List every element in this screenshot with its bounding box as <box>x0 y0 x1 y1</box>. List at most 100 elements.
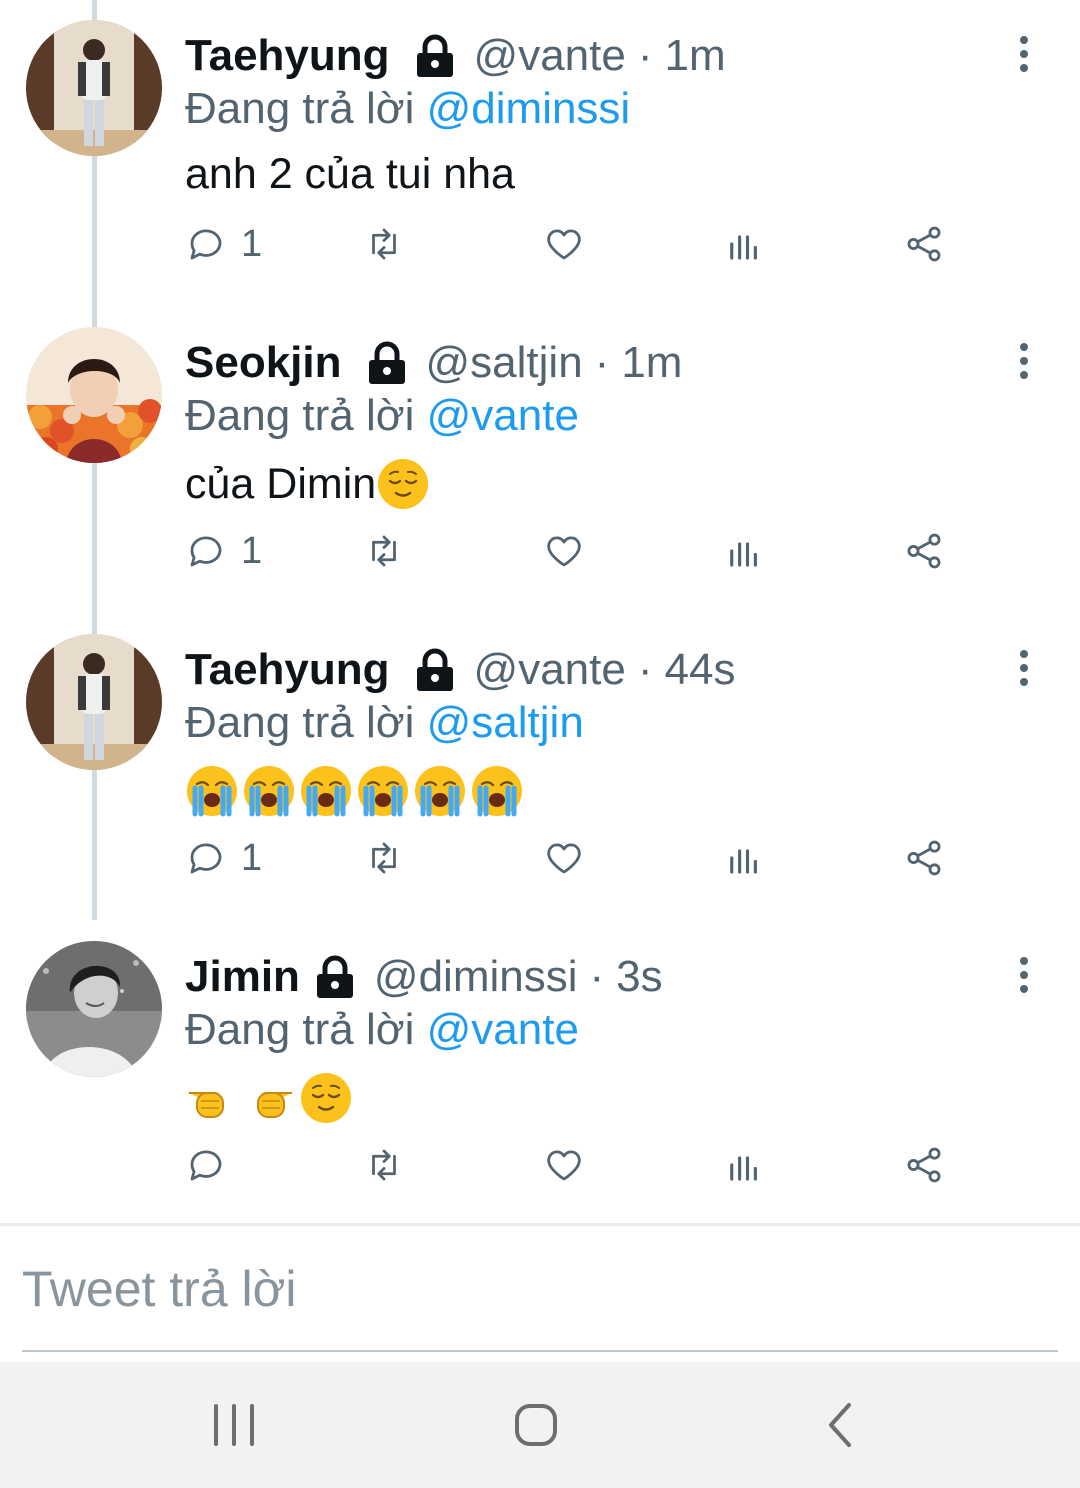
timestamp[interactable]: 44s <box>665 645 736 695</box>
reply-button[interactable]: 1 <box>185 214 262 274</box>
display-name[interactable]: Seokjin <box>185 338 342 388</box>
pointing-left-icon <box>257 1092 292 1118</box>
handle[interactable]: @vante <box>474 31 626 81</box>
lock-icon <box>412 33 458 79</box>
timestamp[interactable]: 1m <box>665 31 726 81</box>
reply-icon <box>190 536 222 567</box>
share-button[interactable] <box>903 828 945 888</box>
relieved-face-icon <box>378 459 429 509</box>
avatar[interactable] <box>26 20 162 156</box>
like-button[interactable] <box>543 1135 585 1195</box>
reply-count: 1 <box>241 529 263 572</box>
replying-to: Đang trả lời @vante <box>185 391 579 441</box>
pointing-right-icon <box>189 1092 224 1118</box>
heart-icon <box>547 536 581 567</box>
analytics-button[interactable] <box>723 214 765 274</box>
share-icon <box>907 226 941 262</box>
reply-button[interactable] <box>185 1135 241 1195</box>
retweet-icon <box>372 1149 396 1181</box>
share-button[interactable] <box>903 214 945 274</box>
action-bar: 1 <box>185 214 965 274</box>
like-button[interactable] <box>543 521 585 581</box>
timestamp[interactable]: 3s <box>616 952 662 1002</box>
loudly-crying-face-icon <box>301 766 351 817</box>
back-button[interactable] <box>790 1390 890 1460</box>
heart-icon <box>547 1150 581 1181</box>
analytics-button[interactable] <box>723 828 765 888</box>
analytics-button[interactable] <box>723 521 765 581</box>
loudly-crying-face-icon <box>472 766 522 817</box>
handle[interactable]: @vante <box>474 645 626 695</box>
tweet[interactable]: Seokjin @saltjin · 1m Đang trả lời @vant… <box>0 307 1080 614</box>
replying-to: Đang trả lời @vante <box>185 1005 579 1055</box>
tweet[interactable]: Jimin @diminssi · 3s Đang trả lời @vante <box>0 921 1080 1228</box>
display-name[interactable]: Jimin <box>185 952 300 1002</box>
separator: · <box>594 338 610 387</box>
tweet-header: Taehyung @vante · 44s <box>185 642 735 698</box>
separator: · <box>589 952 605 1001</box>
loudly-crying-face-icon <box>187 766 237 817</box>
heart-icon <box>547 229 581 260</box>
like-button[interactable] <box>543 214 585 274</box>
lock-icon <box>364 340 410 386</box>
avatar[interactable] <box>26 634 162 770</box>
more-options-icon[interactable] <box>1012 341 1036 381</box>
reply-prefix: Đang trả lời <box>185 698 415 747</box>
reply-count: 1 <box>241 222 263 265</box>
lock-icon <box>312 954 358 1000</box>
separator: · <box>637 645 653 694</box>
home-button[interactable] <box>486 1390 586 1460</box>
tweet[interactable]: Taehyung @vante · 1m Đang trả lời @dimin… <box>0 0 1080 307</box>
analytics-button[interactable] <box>723 1135 765 1195</box>
reply-prefix: Đang trả lời <box>185 1005 415 1054</box>
handle[interactable]: @diminssi <box>374 952 578 1002</box>
action-bar <box>185 1135 965 1195</box>
retweet-button[interactable] <box>363 1135 405 1195</box>
reply-button[interactable]: 1 <box>185 521 262 581</box>
tweet-text: của Dimin <box>185 457 433 511</box>
share-button[interactable] <box>903 1135 945 1195</box>
tweet-text: anh 2 của tui nha <box>185 150 515 198</box>
mention-link[interactable]: @vante <box>427 391 579 440</box>
tweet-header: Jimin @diminssi · 3s <box>185 949 663 1005</box>
reply-button[interactable]: 1 <box>185 828 262 888</box>
like-button[interactable] <box>543 828 585 888</box>
share-button[interactable] <box>903 521 945 581</box>
display-name[interactable]: Taehyung <box>185 31 390 81</box>
tweet-header: Seokjin @saltjin · 1m <box>185 335 682 391</box>
more-options-icon[interactable] <box>1012 648 1036 688</box>
recent-apps-icon <box>214 1404 254 1446</box>
timestamp[interactable]: 1m <box>621 338 682 388</box>
avatar[interactable] <box>26 327 162 463</box>
mention-link[interactable]: @diminssi <box>427 84 631 133</box>
reply-icon <box>190 1150 222 1181</box>
tweet[interactable]: Taehyung @vante · 44s Đang trả lời @salt… <box>0 614 1080 921</box>
analytics-icon <box>730 1156 757 1181</box>
action-bar: 1 <box>185 828 965 888</box>
display-name[interactable]: Taehyung <box>185 645 390 695</box>
retweet-button[interactable] <box>363 214 405 274</box>
avatar[interactable] <box>26 941 162 1077</box>
more-options-icon[interactable] <box>1012 955 1036 995</box>
action-bar: 1 <box>185 521 965 581</box>
tweet-text <box>185 1071 356 1125</box>
mention-link[interactable]: @saltjin <box>427 698 584 747</box>
loudly-crying-face-icon <box>415 766 465 817</box>
back-icon <box>829 1403 851 1447</box>
home-icon <box>515 1404 557 1446</box>
reply-count: 1 <box>241 836 263 879</box>
reply-icon <box>190 229 222 260</box>
compose-underline <box>22 1350 1058 1352</box>
more-options-icon[interactable] <box>1012 34 1036 74</box>
retweet-button[interactable] <box>363 521 405 581</box>
replying-to: Đang trả lời @diminssi <box>185 84 630 134</box>
share-icon <box>907 533 941 569</box>
lock-icon <box>412 647 458 693</box>
reply-prefix: Đang trả lời <box>185 391 415 440</box>
recent-apps-button[interactable] <box>184 1390 284 1460</box>
share-icon <box>907 840 941 876</box>
mention-link[interactable]: @vante <box>427 1005 579 1054</box>
reply-compose-input[interactable] <box>22 1258 1052 1320</box>
handle[interactable]: @saltjin <box>426 338 583 388</box>
retweet-button[interactable] <box>363 828 405 888</box>
